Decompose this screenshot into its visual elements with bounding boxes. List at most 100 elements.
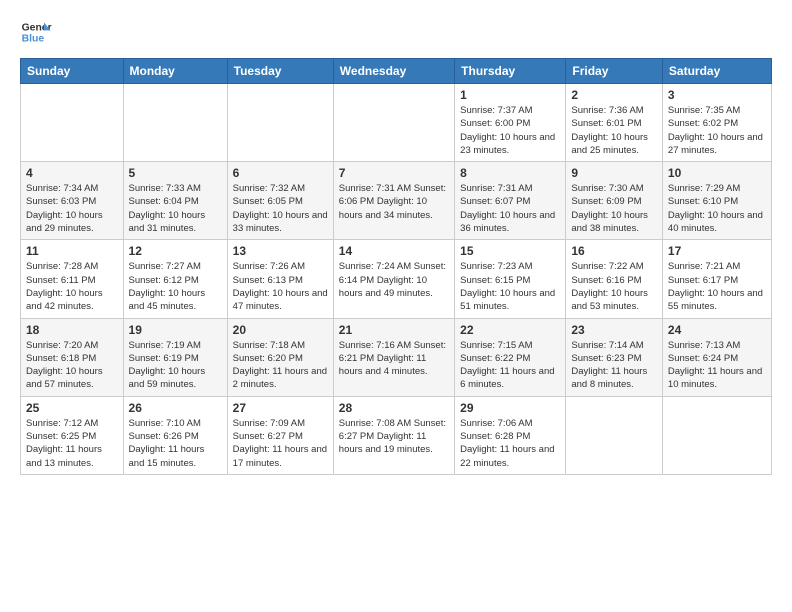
calendar-cell: 20 Sunrise: 7:18 AM Sunset: 6:20 PM Dayli… <box>227 318 333 396</box>
day-number: 18 <box>26 323 118 337</box>
day-info: Sunrise: 7:35 AM Sunset: 6:02 PM Dayligh… <box>668 104 766 157</box>
day-number: 25 <box>26 401 118 415</box>
logo: General Blue <box>20 16 52 48</box>
day-number: 17 <box>668 244 766 258</box>
day-number: 13 <box>233 244 328 258</box>
calendar-cell: 22 Sunrise: 7:15 AM Sunset: 6:22 PM Dayli… <box>455 318 566 396</box>
calendar-cell <box>566 396 663 474</box>
calendar-cell: 18 Sunrise: 7:20 AM Sunset: 6:18 PM Dayli… <box>21 318 124 396</box>
col-header-monday: Monday <box>123 59 227 84</box>
day-number: 1 <box>460 88 560 102</box>
calendar-cell: 19 Sunrise: 7:19 AM Sunset: 6:19 PM Dayli… <box>123 318 227 396</box>
calendar-cell: 15 Sunrise: 7:23 AM Sunset: 6:15 PM Dayli… <box>455 240 566 318</box>
calendar-table: SundayMondayTuesdayWednesdayThursdayFrid… <box>20 58 772 475</box>
calendar-cell: 26 Sunrise: 7:10 AM Sunset: 6:26 PM Dayli… <box>123 396 227 474</box>
day-info: Sunrise: 7:31 AM Sunset: 6:06 PM Dayligh… <box>339 182 449 222</box>
day-number: 11 <box>26 244 118 258</box>
day-number: 5 <box>129 166 222 180</box>
calendar-cell: 21Sunrise: 7:16 AM Sunset: 6:21 PM Dayli… <box>333 318 454 396</box>
day-info: Sunrise: 7:20 AM Sunset: 6:18 PM Dayligh… <box>26 339 118 392</box>
week-row-3: 18 Sunrise: 7:20 AM Sunset: 6:18 PM Dayli… <box>21 318 772 396</box>
day-info: Sunrise: 7:10 AM Sunset: 6:26 PM Dayligh… <box>129 417 222 470</box>
day-info: Sunrise: 7:14 AM Sunset: 6:23 PM Dayligh… <box>571 339 657 392</box>
calendar-cell: 12 Sunrise: 7:27 AM Sunset: 6:12 PM Dayli… <box>123 240 227 318</box>
day-number: 19 <box>129 323 222 337</box>
calendar-cell: 24 Sunrise: 7:13 AM Sunset: 6:24 PM Dayli… <box>662 318 771 396</box>
col-header-wednesday: Wednesday <box>333 59 454 84</box>
calendar-cell: 5 Sunrise: 7:33 AM Sunset: 6:04 PM Daylig… <box>123 162 227 240</box>
day-info: Sunrise: 7:34 AM Sunset: 6:03 PM Dayligh… <box>26 182 118 235</box>
day-info: Sunrise: 7:19 AM Sunset: 6:19 PM Dayligh… <box>129 339 222 392</box>
week-row-1: 4 Sunrise: 7:34 AM Sunset: 6:03 PM Daylig… <box>21 162 772 240</box>
week-row-2: 11 Sunrise: 7:28 AM Sunset: 6:11 PM Dayli… <box>21 240 772 318</box>
col-header-saturday: Saturday <box>662 59 771 84</box>
calendar-cell: 2Sunrise: 7:36 AM Sunset: 6:01 PM Daylig… <box>566 84 663 162</box>
day-number: 26 <box>129 401 222 415</box>
calendar-cell <box>662 396 771 474</box>
calendar-cell: 27 Sunrise: 7:09 AM Sunset: 6:27 PM Dayli… <box>227 396 333 474</box>
calendar-cell: 16 Sunrise: 7:22 AM Sunset: 6:16 PM Dayli… <box>566 240 663 318</box>
calendar-cell: 8 Sunrise: 7:31 AM Sunset: 6:07 PM Daylig… <box>455 162 566 240</box>
calendar-cell <box>123 84 227 162</box>
day-info: Sunrise: 7:12 AM Sunset: 6:25 PM Dayligh… <box>26 417 118 470</box>
col-header-sunday: Sunday <box>21 59 124 84</box>
day-number: 22 <box>460 323 560 337</box>
day-number: 12 <box>129 244 222 258</box>
day-number: 15 <box>460 244 560 258</box>
day-info: Sunrise: 7:15 AM Sunset: 6:22 PM Dayligh… <box>460 339 560 392</box>
day-number: 27 <box>233 401 328 415</box>
day-number: 9 <box>571 166 657 180</box>
day-info: Sunrise: 7:16 AM Sunset: 6:21 PM Dayligh… <box>339 339 449 379</box>
calendar-cell: 3Sunrise: 7:35 AM Sunset: 6:02 PM Daylig… <box>662 84 771 162</box>
day-info: Sunrise: 7:06 AM Sunset: 6:28 PM Dayligh… <box>460 417 560 470</box>
calendar-cell: 4 Sunrise: 7:34 AM Sunset: 6:03 PM Daylig… <box>21 162 124 240</box>
calendar-cell: 7 Sunrise: 7:31 AM Sunset: 6:06 PM Daylig… <box>333 162 454 240</box>
day-info: Sunrise: 7:23 AM Sunset: 6:15 PM Dayligh… <box>460 260 560 313</box>
logo-icon: General Blue <box>20 16 52 48</box>
calendar-cell: 13 Sunrise: 7:26 AM Sunset: 6:13 PM Dayli… <box>227 240 333 318</box>
page: General Blue SundayMondayTuesdayWednesda… <box>0 0 792 485</box>
calendar-cell <box>21 84 124 162</box>
day-number: 28 <box>339 401 449 415</box>
day-info: Sunrise: 7:32 AM Sunset: 6:05 PM Dayligh… <box>233 182 328 235</box>
week-row-4: 25 Sunrise: 7:12 AM Sunset: 6:25 PM Dayli… <box>21 396 772 474</box>
day-number: 14 <box>339 244 449 258</box>
day-info: Sunrise: 7:27 AM Sunset: 6:12 PM Dayligh… <box>129 260 222 313</box>
week-row-0: 1 Sunrise: 7:37 AM Sunset: 6:00 PM Daylig… <box>21 84 772 162</box>
day-info: Sunrise: 7:18 AM Sunset: 6:20 PM Dayligh… <box>233 339 328 392</box>
calendar-cell: 28Sunrise: 7:08 AM Sunset: 6:27 PM Dayli… <box>333 396 454 474</box>
calendar-cell: 1 Sunrise: 7:37 AM Sunset: 6:00 PM Daylig… <box>455 84 566 162</box>
day-number: 7 <box>339 166 449 180</box>
calendar-cell: 10 Sunrise: 7:29 AM Sunset: 6:10 PM Dayli… <box>662 162 771 240</box>
col-header-thursday: Thursday <box>455 59 566 84</box>
day-number: 4 <box>26 166 118 180</box>
day-info: Sunrise: 7:09 AM Sunset: 6:27 PM Dayligh… <box>233 417 328 470</box>
day-info: Sunrise: 7:28 AM Sunset: 6:11 PM Dayligh… <box>26 260 118 313</box>
day-number: 10 <box>668 166 766 180</box>
calendar-cell: 17 Sunrise: 7:21 AM Sunset: 6:17 PM Dayli… <box>662 240 771 318</box>
day-info: Sunrise: 7:26 AM Sunset: 6:13 PM Dayligh… <box>233 260 328 313</box>
calendar-cell <box>333 84 454 162</box>
day-info: Sunrise: 7:21 AM Sunset: 6:17 PM Dayligh… <box>668 260 766 313</box>
calendar-cell: 11 Sunrise: 7:28 AM Sunset: 6:11 PM Dayli… <box>21 240 124 318</box>
day-info: Sunrise: 7:30 AM Sunset: 6:09 PM Dayligh… <box>571 182 657 235</box>
day-info: Sunrise: 7:22 AM Sunset: 6:16 PM Dayligh… <box>571 260 657 313</box>
calendar-cell: 29 Sunrise: 7:06 AM Sunset: 6:28 PM Dayli… <box>455 396 566 474</box>
day-number: 8 <box>460 166 560 180</box>
day-info: Sunrise: 7:29 AM Sunset: 6:10 PM Dayligh… <box>668 182 766 235</box>
svg-text:Blue: Blue <box>22 34 45 45</box>
day-info: Sunrise: 7:33 AM Sunset: 6:04 PM Dayligh… <box>129 182 222 235</box>
col-header-tuesday: Tuesday <box>227 59 333 84</box>
day-number: 24 <box>668 323 766 337</box>
day-info: Sunrise: 7:13 AM Sunset: 6:24 PM Dayligh… <box>668 339 766 392</box>
day-number: 29 <box>460 401 560 415</box>
day-number: 16 <box>571 244 657 258</box>
calendar-cell: 23Sunrise: 7:14 AM Sunset: 6:23 PM Dayli… <box>566 318 663 396</box>
day-number: 20 <box>233 323 328 337</box>
day-info: Sunrise: 7:31 AM Sunset: 6:07 PM Dayligh… <box>460 182 560 235</box>
calendar-cell: 14 Sunrise: 7:24 AM Sunset: 6:14 PM Dayli… <box>333 240 454 318</box>
day-info: Sunrise: 7:24 AM Sunset: 6:14 PM Dayligh… <box>339 260 449 300</box>
day-info: Sunrise: 7:37 AM Sunset: 6:00 PM Dayligh… <box>460 104 560 157</box>
day-number: 6 <box>233 166 328 180</box>
header: General Blue <box>20 16 772 48</box>
